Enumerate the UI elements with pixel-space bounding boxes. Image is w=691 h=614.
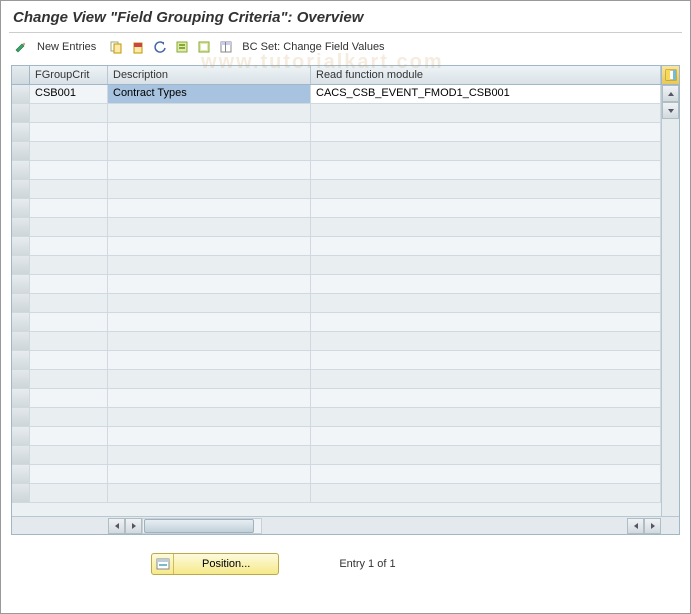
cell-read-fm[interactable]: CACS_CSB_EVENT_FMOD1_CSB001 bbox=[311, 85, 661, 103]
data-grid: FGroupCrit Description Read function mod… bbox=[11, 65, 680, 535]
cell-description[interactable]: Contract Types bbox=[108, 85, 311, 103]
copy-icon[interactable] bbox=[108, 39, 124, 55]
position-button[interactable]: Position... bbox=[151, 553, 279, 575]
table-row[interactable] bbox=[12, 275, 661, 294]
toggle-change-icon[interactable] bbox=[13, 39, 29, 55]
select-all-header[interactable] bbox=[12, 66, 30, 84]
grid-body: CSB001 Contract Types CACS_CSB_EVENT_FMO… bbox=[12, 85, 679, 516]
table-row[interactable] bbox=[12, 313, 661, 332]
grid-header: FGroupCrit Description Read function mod… bbox=[12, 66, 679, 85]
scroll-right-icon[interactable] bbox=[644, 518, 661, 534]
table-row[interactable] bbox=[12, 123, 661, 142]
table-row[interactable] bbox=[12, 408, 661, 427]
entry-count: Entry 1 of 1 bbox=[339, 558, 395, 570]
bc-set-link[interactable]: BC Set: Change Field Values bbox=[242, 41, 384, 53]
scroll-up-icon[interactable] bbox=[662, 85, 679, 102]
table-row[interactable] bbox=[12, 465, 661, 484]
position-label: Position... bbox=[174, 558, 278, 570]
table-row[interactable] bbox=[12, 446, 661, 465]
delete-icon[interactable] bbox=[130, 39, 146, 55]
table-row[interactable] bbox=[12, 256, 661, 275]
select-all-icon[interactable] bbox=[174, 39, 190, 55]
toolbar: New Entries BC Set: Change Field Values bbox=[1, 33, 690, 61]
scroll-left-icon[interactable] bbox=[108, 518, 125, 534]
table-row[interactable] bbox=[12, 237, 661, 256]
row-selector[interactable] bbox=[12, 85, 30, 103]
deselect-all-icon[interactable] bbox=[196, 39, 212, 55]
vertical-scrollbar[interactable] bbox=[661, 85, 679, 516]
footer: Position... Entry 1 of 1 bbox=[1, 539, 690, 575]
new-entries-button[interactable]: New Entries bbox=[37, 41, 96, 53]
table-row[interactable] bbox=[12, 484, 661, 503]
table-row[interactable] bbox=[12, 180, 661, 199]
table-row[interactable] bbox=[12, 199, 661, 218]
scroll-track[interactable] bbox=[662, 119, 679, 516]
table-row[interactable]: CSB001 Contract Types CACS_CSB_EVENT_FMO… bbox=[12, 85, 661, 104]
cell-fgroupcrit[interactable]: CSB001 bbox=[30, 85, 108, 103]
horizontal-scrollbar bbox=[12, 516, 679, 534]
h-scroll-thumb[interactable] bbox=[144, 519, 254, 533]
table-row[interactable] bbox=[12, 427, 661, 446]
col-header-description[interactable]: Description bbox=[108, 66, 311, 84]
rows-area: CSB001 Contract Types CACS_CSB_EVENT_FMO… bbox=[12, 85, 661, 516]
table-row[interactable] bbox=[12, 104, 661, 123]
scroll-down-icon[interactable] bbox=[662, 102, 679, 119]
page-title: Change View "Field Grouping Criteria": O… bbox=[1, 1, 690, 30]
table-row[interactable] bbox=[12, 351, 661, 370]
table-config-icon[interactable] bbox=[218, 39, 234, 55]
scroll-left-icon[interactable] bbox=[627, 518, 644, 534]
h-scroll-track[interactable] bbox=[142, 518, 262, 534]
col-header-read-fm[interactable]: Read function module bbox=[311, 66, 661, 84]
table-row[interactable] bbox=[12, 370, 661, 389]
position-icon bbox=[152, 554, 174, 574]
table-row[interactable] bbox=[12, 332, 661, 351]
table-row[interactable] bbox=[12, 161, 661, 180]
column-config-icon[interactable] bbox=[661, 66, 679, 84]
undo-icon[interactable] bbox=[152, 39, 168, 55]
scroll-right-icon[interactable] bbox=[125, 518, 142, 534]
table-row[interactable] bbox=[12, 142, 661, 161]
table-row[interactable] bbox=[12, 218, 661, 237]
table-row[interactable] bbox=[12, 389, 661, 408]
col-header-fgroupcrit[interactable]: FGroupCrit bbox=[30, 66, 108, 84]
table-row[interactable] bbox=[12, 294, 661, 313]
